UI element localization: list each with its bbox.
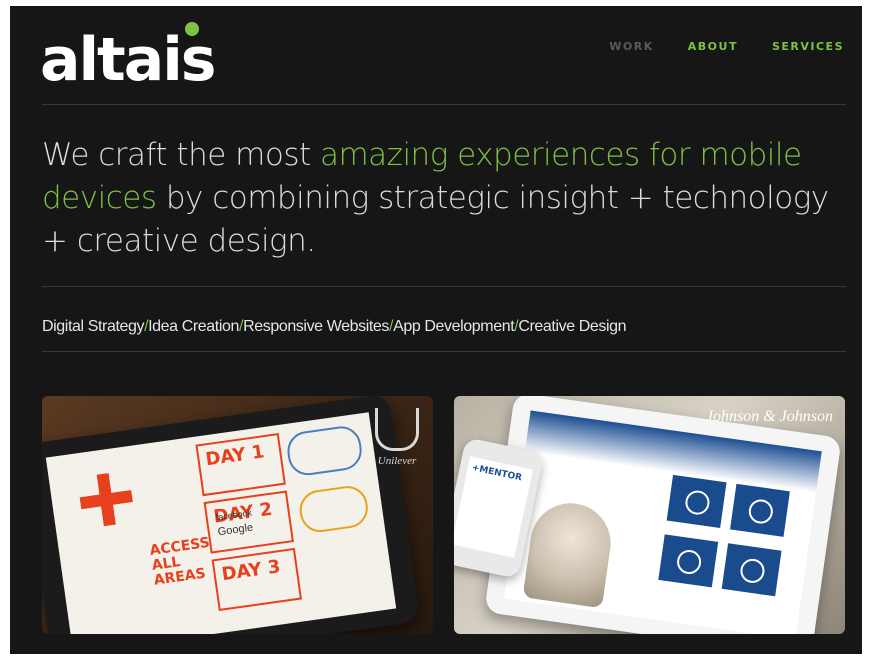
altais-logo[interactable]: altais: [40, 20, 250, 95]
access-all-areas-text: ACCESS ALL AREAS: [148, 534, 211, 589]
project-card-unilever[interactable]: DAY 1 DAY 2 DAY 3 ACCESS ALL AREAS faceb…: [42, 396, 433, 634]
app-tile: [666, 474, 727, 528]
day-label: DAY 1: [204, 441, 266, 471]
main-nav: WORK ABOUT SERVICES: [609, 40, 844, 53]
hero-text-part2: by combining strategic insight + technol…: [42, 180, 829, 259]
day-label: DAY 3: [220, 556, 282, 586]
nav-work[interactable]: WORK: [609, 40, 653, 53]
doodle: [297, 483, 371, 535]
tablet-screen: [504, 410, 822, 634]
header-divider: [42, 104, 846, 105]
tablet-image: DAY 1 DAY 2 DAY 3 ACCESS ALL AREAS faceb…: [42, 396, 421, 634]
hero-text-part1: We craft the most: [42, 137, 320, 173]
app-tile: [730, 483, 790, 537]
hero-divider: [42, 286, 846, 287]
tablet-image: [484, 396, 842, 634]
nav-services[interactable]: SERVICES: [772, 40, 844, 53]
day-box: DAY 1: [195, 433, 286, 497]
client-name: Unilever: [377, 455, 417, 467]
nav-about[interactable]: ABOUT: [688, 40, 738, 53]
service-item: App Development: [393, 318, 515, 335]
unilever-logo: Unilever: [375, 408, 419, 467]
hero-headline: We craft the most amazing experiences fo…: [42, 134, 842, 263]
doodle: [284, 423, 365, 478]
service-item: Idea Creation: [148, 318, 240, 335]
cross-graphic: [77, 470, 136, 529]
service-item: Digital Strategy: [42, 318, 145, 335]
unilever-u-icon: [375, 408, 419, 451]
services-divider: [42, 351, 846, 352]
page-frame: altais WORK ABOUT SERVICES We craft the …: [10, 6, 862, 654]
woman-photo: [522, 498, 616, 609]
service-item: Creative Design: [518, 318, 627, 335]
project-card-jnj[interactable]: +MENTOR Johnson & Johnson: [454, 396, 845, 634]
mentor-logo: +MENTOR: [470, 463, 523, 484]
app-tile: [658, 534, 719, 588]
service-item: Responsive Websites: [243, 318, 390, 335]
phone-screen: +MENTOR: [454, 456, 533, 558]
jnj-logo: Johnson & Johnson: [705, 408, 833, 425]
app-tile: [721, 543, 782, 597]
day-box: DAY 3: [211, 547, 303, 612]
services-list: Digital Strategy/Idea Creation/Responsiv…: [42, 318, 627, 335]
tablet-screen: DAY 1 DAY 2 DAY 3 ACCESS ALL AREAS faceb…: [45, 412, 397, 634]
logo-dot: [185, 22, 199, 36]
